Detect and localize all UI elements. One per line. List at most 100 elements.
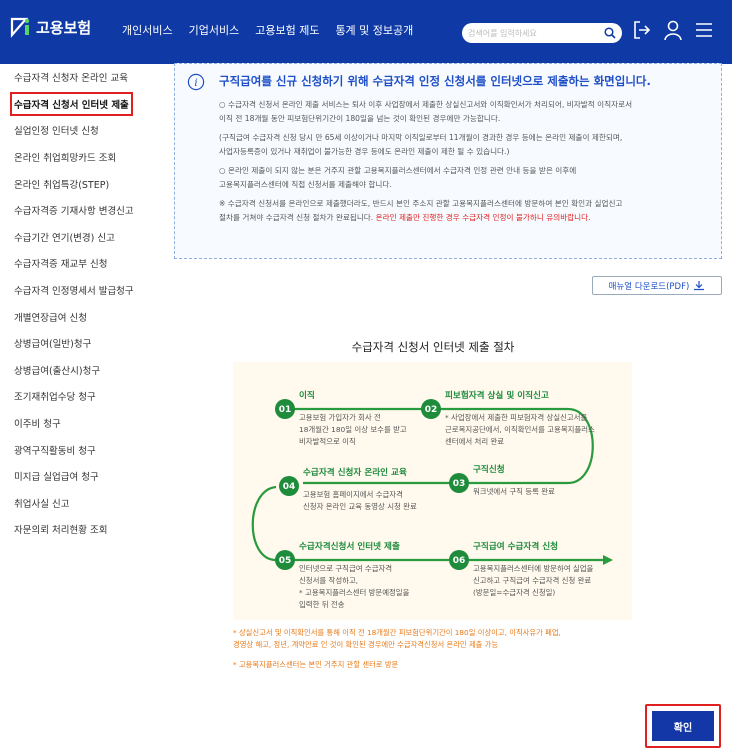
confirm-highlight: 확인 xyxy=(645,704,721,748)
logo-text: 고용보험 xyxy=(36,18,92,37)
menu-icon[interactable] xyxy=(694,19,714,41)
user-icon[interactable] xyxy=(663,19,683,41)
step-title: 수급자격 신청자 온라인 교육 xyxy=(303,466,407,478)
step-description: (방문일=수급자격 신청일) xyxy=(473,588,555,597)
info-paragraph-1: ○ 수급자격 신청서 온라인 제출 서비스는 퇴사 이후 사업장에서 제출한 상… xyxy=(219,100,633,123)
step-description: 신청서를 작성하고, xyxy=(299,576,358,585)
step-number: 02 xyxy=(425,405,438,415)
sidebar-item-label: 미지급 실업급여 청구 xyxy=(14,472,99,484)
manual-download-label: 매뉴얼 다운로드(PDF) xyxy=(608,281,690,292)
sidebar-item-label: 실업인정 인터넷 신청 xyxy=(14,126,99,138)
sidebar-item-statement[interactable]: 수급자격 인정명세서 발급청구 xyxy=(0,277,150,304)
step-title: 구직신청 xyxy=(473,463,505,475)
sidebar-item-unemployment-recognition[interactable]: 실업인정 인터넷 신청 xyxy=(0,117,150,144)
step-description: 입력한 뒤 전송 xyxy=(299,600,345,609)
nav-system[interactable]: 고용보험 제도 xyxy=(255,22,319,38)
site-logo[interactable]: 고용보험 xyxy=(8,16,91,38)
step-number: 05 xyxy=(279,556,292,566)
sidebar-item-label: 수급자격 인정명세서 발급청구 xyxy=(14,286,134,298)
sidebar-item-consult-status[interactable]: 자문의뢰 처리현황 조회 xyxy=(0,516,150,543)
step-05: 05 수급자격신청서 인터넷 제출인터넷으로 구직급여 수급자격신청서를 작성하고… xyxy=(275,540,410,609)
main-nav: 개인서비스 기업서비스 고용보험 제도 통계 및 정보공개 xyxy=(122,22,413,38)
step-number: 04 xyxy=(283,482,296,492)
sidebar: 수급자격 신청자 온라인 교육 수급자격 신청서 인터넷 제출 실업인정 인터넷… xyxy=(0,64,150,543)
step-description: * 사업장에서 제출한 피보험자격 상실신고서를 xyxy=(445,413,587,422)
step-01: 01 이직고용보험 가입자가 회사 전 18개월간 180일 이상 보수를 받고비자… xyxy=(275,389,407,446)
logo-mark-icon xyxy=(10,17,30,38)
procedure-diagram: 01 이직 고용보험 가입자가 회사 전 18개월간 180일 이상 보수를 받고 비자… xyxy=(233,362,632,620)
step-number: 01 xyxy=(279,405,292,415)
info-paragraph-4: ※ 수급자격 신청서를 온라인으로 제출했더라도, 반드시 본인 주소지 관할 … xyxy=(219,197,709,225)
step-description: * 고용복지플러스센터 방문예정일을 xyxy=(299,588,410,597)
sidebar-item-internet-submission[interactable]: 수급자격 신청서 인터넷 제출 xyxy=(0,91,150,118)
step-description: 비자발적으로 이직 xyxy=(299,437,356,446)
sidebar-item-label: 상병급여(일반)청구 xyxy=(14,339,92,351)
info-box: i 구직급여를 신규 신청하기 위해 수급자격 인정 신청서를 인터넷으로 제출… xyxy=(174,63,722,259)
step-description: 신청자 온라인 교육 동영상 시청 완료 xyxy=(303,502,417,511)
login-icon[interactable] xyxy=(632,19,652,41)
nav-business[interactable]: 기업서비스 xyxy=(189,22,240,38)
sidebar-item-moving-cost[interactable]: 이주비 청구 xyxy=(0,410,150,437)
sidebar-item-label: 이주비 청구 xyxy=(14,419,61,431)
info-warning-text: 온라인 제출만 진행한 경우 수급자격 인정이 불가하니 유의바랍니다. xyxy=(375,213,591,222)
download-icon xyxy=(694,281,705,291)
sidebar-item-early-reemployment[interactable]: 조기재취업수당 청구 xyxy=(0,383,150,410)
sidebar-item-label: 수급자격증 기재사항 변경신고 xyxy=(14,206,134,218)
sidebar-item-label: 수급자격 신청자 온라인 교육 xyxy=(14,73,128,85)
sidebar-item-employment-report[interactable]: 취업사실 신고 xyxy=(0,490,150,517)
search-input[interactable]: 검색어를 입력하세요 xyxy=(468,28,604,39)
top-header: 고용보험 개인서비스 기업서비스 고용보험 제도 통계 및 정보공개 검색어를 … xyxy=(0,0,732,64)
info-icon: i xyxy=(187,73,205,91)
search-box[interactable]: 검색어를 입력하세요 xyxy=(462,23,622,43)
step-title: 피보험자격 상실 및 이직신고 xyxy=(445,389,549,401)
step-06: 06 구직급여 수급자격 신청고용복지플러스센터에 방문하여 실업을신고하고 구직… xyxy=(449,540,593,597)
sidebar-item-label: 온라인 취업특강(STEP) xyxy=(14,179,110,191)
sidebar-item-label: 상병급여(출산시)청구 xyxy=(14,365,101,377)
sidebar-item-label: 온라인 취업희망카드 조회 xyxy=(14,153,117,165)
sidebar-item-label: 개별연장급여 신청 xyxy=(14,312,87,324)
sidebar-item-unpaid-benefit[interactable]: 미지급 실업급여 청구 xyxy=(0,463,150,490)
sidebar-item-job-search-cost[interactable]: 광역구직활동비 청구 xyxy=(0,436,150,463)
search-icon[interactable] xyxy=(604,27,616,39)
sidebar-item-period-extension[interactable]: 수급기간 연기(변경) 신고 xyxy=(0,224,150,251)
procedure-flow: 01 이직고용보험 가입자가 회사 전 18개월간 180일 이상 보수를 받고비자… xyxy=(251,389,613,609)
sidebar-item-extended-benefit[interactable]: 개별연장급여 신청 xyxy=(0,303,150,330)
manual-download-button[interactable]: 매뉴얼 다운로드(PDF) xyxy=(592,276,722,295)
app-root: 고용보험 개인서비스 기업서비스 고용보험 제도 통계 및 정보공개 검색어를 … xyxy=(0,0,732,755)
step-description: 고용보험 홈페이지에서 수급자격 xyxy=(303,490,403,499)
step-description: 근로복지공단에서, 이직확인서를 고용복지플러스 xyxy=(445,425,595,434)
sidebar-item-online-education[interactable]: 수급자격 신청자 온라인 교육 xyxy=(0,64,150,91)
step-list: 01 이직고용보험 가입자가 회사 전 18개월간 180일 이상 보수를 받고비자… xyxy=(275,389,595,609)
sidebar-item-job-card[interactable]: 온라인 취업희망카드 조회 xyxy=(0,144,150,171)
svg-text:i: i xyxy=(194,78,197,89)
info-paragraph-3: ○ 온라인 제출이 되지 않는 분은 거주지 관할 고용복지플러스센터에서 수급… xyxy=(219,166,577,189)
step-description: 신고하고 구직급여 수급자격 신청 완료 xyxy=(473,576,591,585)
confirm-button[interactable]: 확인 xyxy=(652,711,714,741)
sidebar-item-label: 취업사실 신고 xyxy=(14,498,70,510)
step-description: 고용보험 가입자가 회사 전 xyxy=(299,413,381,422)
sidebar-item-label: 조기재취업수당 청구 xyxy=(14,392,96,404)
nav-statistics[interactable]: 통계 및 정보공개 xyxy=(335,22,413,38)
procedure-title: 수급자격 신청서 인터넷 제출 절차 xyxy=(351,340,515,354)
procedure-note-2: * 고용복지플러스센터는 본인 거주지 관할 센터로 방문 xyxy=(233,660,399,669)
sidebar-item-label: 자문의뢰 처리현황 조회 xyxy=(14,525,108,537)
step-title: 구직급여 수급자격 신청 xyxy=(473,540,558,552)
step-number: 03 xyxy=(453,479,466,489)
sidebar-item-label: 수급자격 신청서 인터넷 제출 xyxy=(10,91,133,116)
step-03: 03 구직신청워크넷에서 구직 등록 완료 xyxy=(449,463,555,496)
info-title: 구직급여를 신규 신청하기 위해 수급자격 인정 신청서를 인터넷으로 제출하는… xyxy=(219,74,651,88)
sidebar-item-step[interactable]: 온라인 취업특강(STEP) xyxy=(0,170,150,197)
nav-personal[interactable]: 개인서비스 xyxy=(122,22,173,38)
step-02: 02 피보험자격 상실 및 이직신고 * 사업장에서 제출한 피보험자격 상실신고서… xyxy=(421,389,595,446)
flow-arrow-icon xyxy=(603,555,613,565)
step-description: 센터에서 처리 완료 xyxy=(445,437,504,446)
step-description: 워크넷에서 구직 등록 완료 xyxy=(473,487,555,496)
sidebar-item-sickness-maternity[interactable]: 상병급여(출산시)청구 xyxy=(0,357,150,384)
sidebar-item-change-report[interactable]: 수급자격증 기재사항 변경신고 xyxy=(0,197,150,224)
step-description: 인터넷으로 구직급여 수급자격 xyxy=(299,564,392,573)
sidebar-item-reissue[interactable]: 수급자격증 재교부 신청 xyxy=(0,250,150,277)
sidebar-item-label: 수급기간 연기(변경) 신고 xyxy=(14,232,115,244)
step-04: 04 수급자격 신청자 온라인 교육고용보험 홈페이지에서 수급자격신청자 온라인… xyxy=(279,466,417,511)
sidebar-item-sickness-general[interactable]: 상병급여(일반)청구 xyxy=(0,330,150,357)
sidebar-item-label: 수급자격증 재교부 신청 xyxy=(14,259,108,271)
